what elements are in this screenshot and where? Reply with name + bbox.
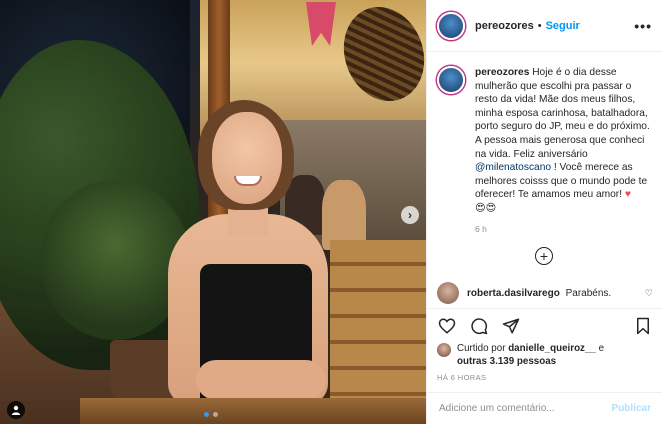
avatar[interactable] [437, 66, 465, 94]
publish-button[interactable]: Publicar [612, 403, 651, 414]
post-header: pereozores • Seguir ••• [427, 0, 662, 52]
carousel-dot [213, 412, 218, 417]
comment-icon [471, 317, 488, 334]
comment-button[interactable] [469, 316, 489, 336]
likes-middle: e [595, 343, 605, 354]
emojis: 😍😍 [475, 202, 497, 214]
carousel-dot [204, 412, 209, 417]
woman-face [212, 112, 282, 204]
caption-mention[interactable]: @milenatoscano [475, 162, 551, 173]
wooden-bench [330, 240, 426, 424]
likes-others[interactable]: outras 3.139 pessoas [457, 356, 556, 367]
post-sidebar: pereozores • Seguir ••• pereozores Hoje … [426, 0, 662, 424]
plus-circle-icon[interactable]: + [535, 247, 553, 265]
carousel-next-button[interactable]: › [401, 206, 419, 224]
likes-summary: Curtido por danielle_queiroz__ e outras … [437, 342, 657, 368]
post-timestamp[interactable]: HÁ 6 HORAS [437, 373, 486, 382]
user-icon [12, 405, 20, 415]
avatar[interactable] [437, 11, 465, 40]
like-button[interactable] [437, 316, 457, 336]
comment-input[interactable] [439, 403, 612, 414]
header-username[interactable]: pereozores [475, 20, 534, 32]
woman-arms [196, 360, 326, 400]
avatar[interactable] [437, 282, 459, 304]
separator-dot: • [537, 19, 542, 32]
comment-text: roberta.dasilvarego Parabéns. [467, 288, 611, 299]
caption-time: 6 h [475, 223, 487, 234]
chevron-right-icon: › [408, 208, 412, 222]
wooden-table [80, 398, 426, 424]
carousel-dots [204, 412, 218, 417]
comments-area: pereozores Hoje é o dia desse mulherão q… [427, 52, 662, 277]
avatar[interactable] [437, 343, 451, 357]
caption-username[interactable]: pereozores [475, 67, 529, 78]
add-comment-bar: Publicar [427, 392, 662, 424]
comment-body: Parabéns. [565, 287, 612, 299]
caption: pereozores Hoje é o dia desse mulherão q… [427, 52, 662, 216]
more-options-icon[interactable]: ••• [634, 18, 652, 34]
heart-outline-icon [438, 317, 456, 334]
follow-button[interactable]: Seguir [546, 20, 580, 32]
caption-body-1: Hoje é o dia desse mulherão que escolhi … [475, 67, 650, 160]
heart-emoji: ♥ [624, 189, 631, 201]
post-photo[interactable]: › [0, 0, 426, 424]
likes-user[interactable]: danielle_queiroz__ [508, 343, 596, 354]
comment-username[interactable]: roberta.dasilvarego [467, 288, 560, 299]
save-button[interactable] [633, 316, 653, 336]
paper-plane-icon [502, 318, 520, 333]
bookmark-icon [637, 317, 649, 334]
caption-text: pereozores Hoje é o dia desse mulherão q… [475, 66, 653, 216]
likes-prefix: Curtido por [457, 343, 509, 354]
comment-like-icon[interactable]: ♡ [645, 288, 653, 299]
comment-item: roberta.dasilvarego Parabéns. ♡ [427, 282, 662, 304]
likes-text: Curtido por danielle_queiroz__ e outras … [457, 342, 604, 368]
share-button[interactable] [501, 316, 521, 336]
action-bar [427, 308, 662, 342]
tagged-users-button[interactable] [7, 401, 25, 419]
